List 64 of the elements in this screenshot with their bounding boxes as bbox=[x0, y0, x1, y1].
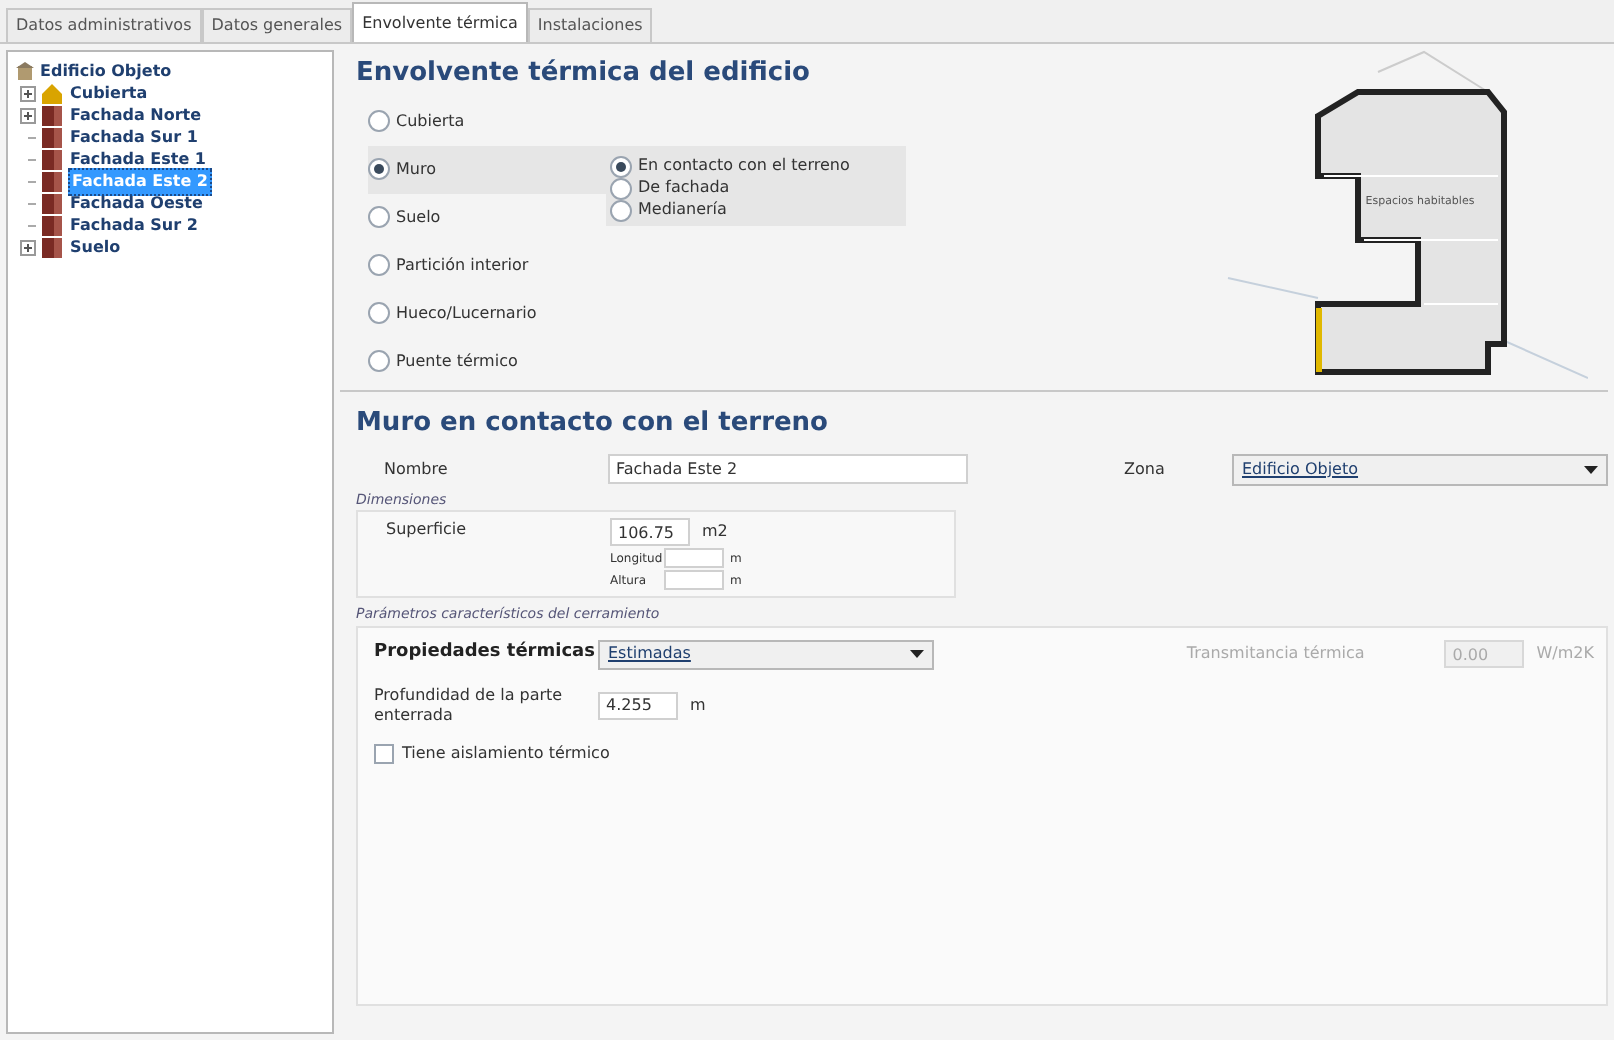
radio-button[interactable] bbox=[368, 206, 390, 228]
expand-icon[interactable] bbox=[20, 107, 36, 123]
radio-label: De fachada bbox=[638, 176, 730, 200]
radio-label: Hueco/Lucernario bbox=[396, 301, 537, 325]
properties-dropdown[interactable]: Estimadas bbox=[598, 639, 934, 669]
field-label: Transmitancia térmica bbox=[1186, 642, 1365, 666]
field-label: Superficie bbox=[386, 518, 469, 542]
radio-button[interactable] bbox=[610, 199, 632, 221]
length-field[interactable] bbox=[664, 548, 724, 568]
unit-label: m2 bbox=[702, 520, 728, 544]
checkbox[interactable] bbox=[374, 743, 394, 763]
tab[interactable]: Datos administrativos bbox=[6, 8, 202, 42]
height-field[interactable] bbox=[664, 570, 724, 590]
radio-label: En contacto con el terreno bbox=[638, 154, 850, 178]
section-title: Envolvente térmica del edificio bbox=[356, 56, 812, 92]
radio-button[interactable] bbox=[610, 155, 632, 177]
tree-item[interactable]: Fachada Norte bbox=[68, 103, 204, 127]
tab[interactable]: Instalaciones bbox=[527, 8, 653, 42]
tree-item[interactable]: Suelo bbox=[68, 235, 123, 259]
wall-icon bbox=[42, 215, 62, 235]
radio-button[interactable] bbox=[368, 110, 390, 132]
wall-icon bbox=[42, 149, 62, 169]
name-field[interactable]: Fachada Este 2 bbox=[608, 454, 968, 484]
tree-item[interactable]: Fachada Sur 1 bbox=[68, 125, 200, 149]
tree-item[interactable]: Fachada Sur 2 bbox=[68, 213, 200, 237]
wall-icon bbox=[42, 105, 62, 125]
depth-field[interactable]: 4.255 bbox=[598, 691, 678, 719]
section-title: Muro en contacto con el terreno bbox=[356, 406, 830, 442]
radio-button[interactable] bbox=[368, 158, 390, 180]
tab[interactable]: Envolvente térmica bbox=[352, 2, 528, 42]
expand-icon[interactable] bbox=[20, 239, 36, 255]
unit-label: W/m2K bbox=[1536, 642, 1594, 666]
wall-icon bbox=[42, 237, 62, 257]
roof-icon bbox=[42, 83, 62, 103]
expand-icon[interactable] bbox=[20, 85, 36, 101]
area-field[interactable]: 106.75 bbox=[610, 518, 690, 546]
field-label: Zona bbox=[1124, 457, 1167, 481]
radio-button[interactable] bbox=[368, 350, 390, 372]
tree-item[interactable]: Cubierta bbox=[68, 81, 150, 105]
radio-button[interactable] bbox=[368, 254, 390, 276]
radio-label: Suelo bbox=[396, 205, 441, 229]
field-label: Propiedades térmicas bbox=[374, 640, 597, 667]
tree-item[interactable]: Fachada Oeste bbox=[68, 191, 205, 215]
unit-label: m bbox=[690, 693, 706, 717]
radio-button[interactable] bbox=[610, 177, 632, 199]
tree-item[interactable]: Edificio Objeto bbox=[40, 59, 172, 83]
wall-icon bbox=[42, 127, 62, 147]
building-icon bbox=[16, 62, 34, 80]
radio-button[interactable] bbox=[368, 302, 390, 324]
radio-label: Medianería bbox=[638, 198, 727, 222]
wall-icon bbox=[42, 193, 62, 213]
caret-icon bbox=[910, 650, 924, 658]
tree-item[interactable]: Fachada Este 1 bbox=[68, 147, 208, 171]
caret-icon bbox=[1584, 465, 1598, 473]
radio-label: Puente térmico bbox=[396, 349, 518, 373]
field-label: Nombre bbox=[384, 457, 450, 481]
checkbox-label: Tiene aislamiento térmico bbox=[402, 741, 610, 765]
radio-label: Muro bbox=[396, 157, 436, 181]
field-label: Profundidad de la parte enterrada bbox=[374, 685, 565, 725]
wall-icon bbox=[42, 171, 62, 191]
zone-dropdown[interactable]: Edificio Objeto bbox=[1232, 453, 1608, 485]
radio-label: Partición interior bbox=[396, 253, 529, 277]
radio-label: Cubierta bbox=[396, 109, 465, 133]
tab[interactable]: Datos generales bbox=[201, 8, 353, 42]
